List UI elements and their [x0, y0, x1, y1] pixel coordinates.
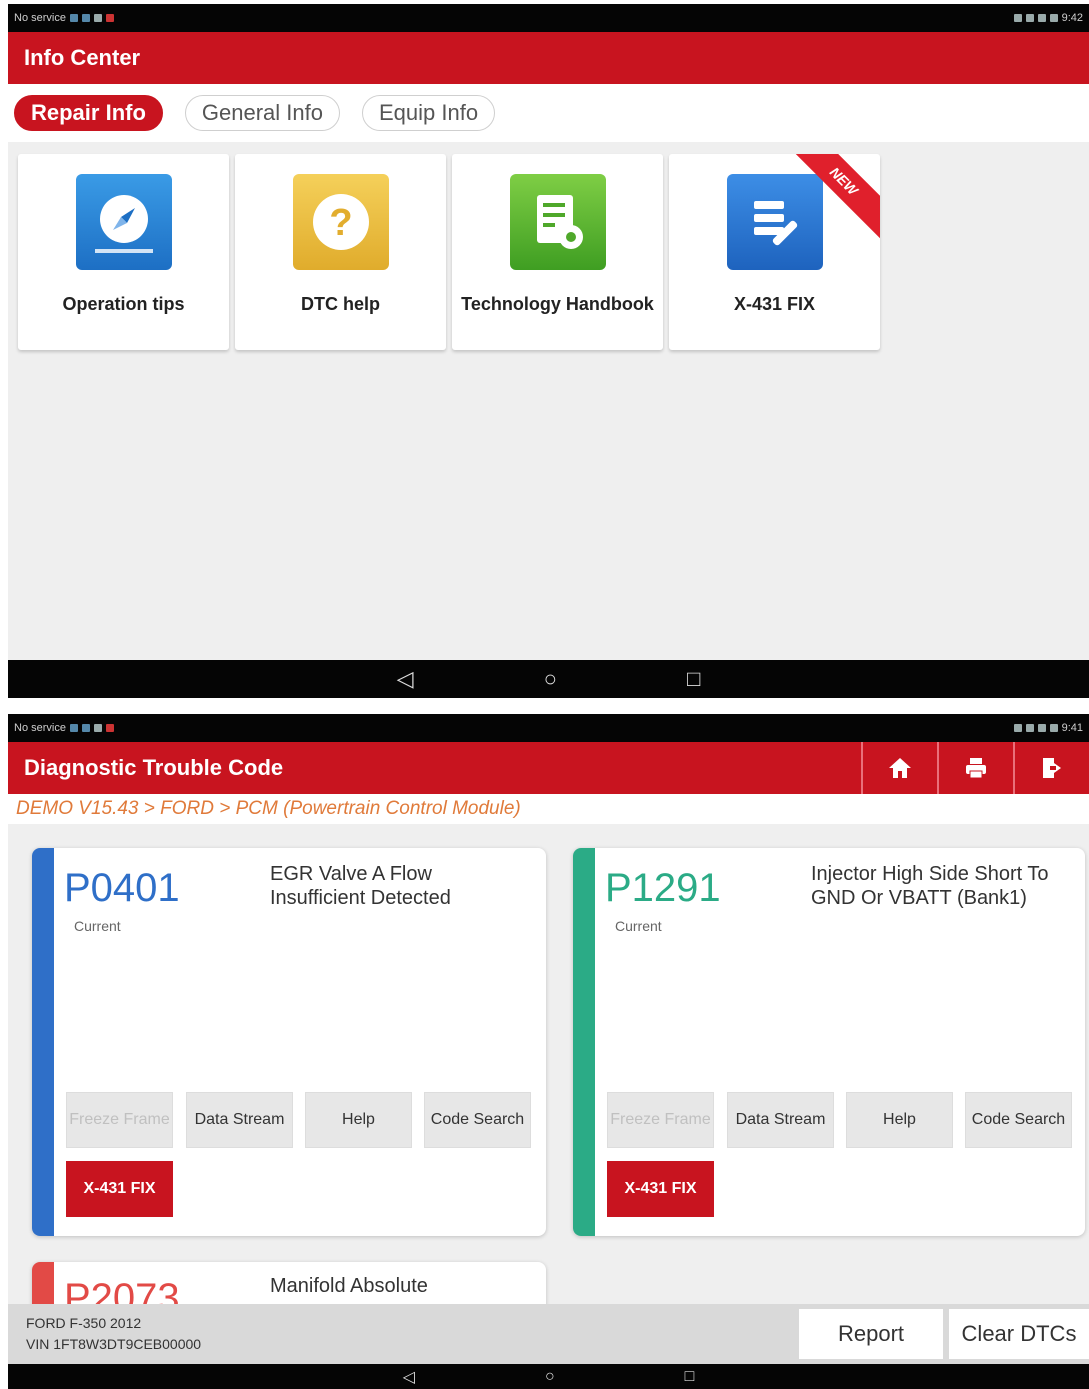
tab-general-info[interactable]: General Info — [184, 95, 340, 131]
compass-book-icon — [75, 174, 172, 270]
tile-label: Operation tips — [62, 294, 185, 314]
status-bar: No service 9:42 — [8, 4, 1089, 32]
printer-icon — [966, 758, 986, 779]
battery-icon — [1049, 14, 1058, 22]
status-bar: No service 9:41 — [8, 714, 1089, 742]
help-button[interactable]: Help — [846, 1092, 953, 1148]
title-bar: Diagnostic Trouble Code — [8, 742, 1089, 794]
back-icon[interactable]: ◁ — [403, 1367, 415, 1387]
tab-equip-info[interactable]: Equip Info — [361, 95, 496, 131]
tile-label: X-431 FIX — [733, 294, 816, 314]
tile-dtc-help[interactable]: ? DTC help — [235, 154, 446, 350]
dtc-code: P0401 — [64, 866, 180, 910]
dtc-code: P1291 — [605, 866, 721, 910]
clock: 9:42 — [1061, 12, 1083, 24]
page-title: Diagnostic Trouble Code — [24, 755, 284, 780]
vehicle-model: FORD F-350 2012 — [26, 1315, 142, 1331]
home-icon — [889, 758, 911, 778]
dtc-description: Injector High Side Short To GND Or VBATT… — [811, 863, 1049, 909]
home-button[interactable] — [861, 742, 937, 794]
notification-icon — [81, 724, 90, 732]
clock: 9:41 — [1061, 722, 1083, 734]
bottom-bar: FORD F-350 2012 VIN 1FT8W3DT9CEB00000 Re… — [8, 1304, 1089, 1364]
print-button[interactable] — [937, 742, 1013, 794]
car-icon — [93, 724, 102, 732]
back-icon[interactable]: ◁ — [397, 666, 414, 692]
dtc-screen: No service 9:41 Diagnostic Trouble Code — [8, 714, 1089, 1389]
notification-icon — [81, 14, 90, 22]
battery-icon — [1049, 724, 1058, 732]
exit-icon — [1043, 758, 1061, 778]
vehicle-vin: VIN 1FT8W3DT9CEB00000 — [26, 1336, 202, 1352]
help-button[interactable]: Help — [305, 1092, 412, 1148]
home-icon[interactable]: ○ — [544, 666, 557, 692]
tab-bar: Repair Info General Info Equip Info — [8, 84, 1089, 142]
tile-operation-tips[interactable]: Operation tips — [18, 154, 229, 350]
tile-label: DTC help — [301, 294, 380, 314]
x431-fix-button[interactable]: X-431 FIX — [66, 1161, 173, 1217]
code-search-button[interactable]: Code Search — [965, 1092, 1072, 1148]
data-stream-button[interactable]: Data Stream — [186, 1092, 293, 1148]
car-icon — [93, 14, 102, 22]
dtc-stripe — [573, 848, 595, 1236]
svg-text:?: ? — [329, 202, 352, 244]
tab-repair-info[interactable]: Repair Info — [14, 95, 163, 131]
dtc-status: Current — [74, 918, 121, 934]
wifi-icon — [1037, 14, 1046, 22]
tools-icon — [726, 174, 823, 270]
home-icon[interactable]: ○ — [545, 1368, 555, 1386]
carrier-text: No service — [14, 722, 66, 734]
data-stream-button[interactable]: Data Stream — [727, 1092, 834, 1148]
info-center-screen: No service 9:42 Info Center Repair Info … — [8, 4, 1089, 698]
page-title: Info Center — [8, 32, 1089, 84]
dtc-description: EGR Valve A Flow Insufficient Detected — [270, 863, 451, 909]
vibrate-icon — [1025, 724, 1034, 732]
freeze-frame-button[interactable]: Freeze Frame — [607, 1092, 714, 1148]
tile-label: Technology Handbook — [461, 294, 654, 314]
tile-x431-fix[interactable]: X-431 FIX NEW — [669, 154, 880, 350]
recents-icon[interactable]: □ — [687, 666, 700, 692]
dtc-status: Current — [615, 918, 662, 934]
dtc-description: Manifold Absolute — [270, 1275, 428, 1297]
notification-icon — [105, 14, 114, 22]
x431-fix-button[interactable]: X-431 FIX — [607, 1161, 714, 1217]
vehicle-info: FORD F-350 2012 VIN 1FT8W3DT9CEB00000 — [8, 1313, 201, 1355]
carrier-text: No service — [14, 12, 66, 24]
nav-bar: ◁ ○ □ — [8, 660, 1089, 698]
code-search-button[interactable]: Code Search — [424, 1092, 531, 1148]
vibrate-icon — [1025, 14, 1034, 22]
dtc-card: P1291 Current Injector High Side Short T… — [573, 848, 1085, 1236]
dtc-list: P0401 Current EGR Valve A Flow Insuffici… — [8, 824, 1089, 1382]
dtc-stripe — [32, 848, 54, 1236]
document-gear-icon — [509, 174, 606, 270]
bluetooth-icon — [1013, 724, 1022, 732]
bluetooth-icon — [1013, 14, 1022, 22]
nav-bar: ◁ ○ □ — [8, 1364, 1089, 1389]
question-icon: ? — [292, 174, 389, 270]
notification-icon — [69, 724, 78, 732]
report-button[interactable]: Report — [799, 1309, 943, 1359]
exit-button[interactable] — [1013, 742, 1089, 794]
recents-icon[interactable]: □ — [685, 1368, 695, 1386]
dtc-card: P0401 Current EGR Valve A Flow Insuffici… — [32, 848, 546, 1236]
tile-grid: Operation tips ? DTC help Technology Han… — [8, 142, 1089, 362]
clear-dtcs-button[interactable]: Clear DTCs — [949, 1309, 1089, 1359]
breadcrumb: DEMO V15.43 > FORD > PCM (Powertrain Con… — [8, 794, 1089, 824]
notification-icon — [105, 724, 114, 732]
notification-icon — [69, 14, 78, 22]
wifi-icon — [1037, 724, 1046, 732]
tile-technology-handbook[interactable]: Technology Handbook — [452, 154, 663, 350]
freeze-frame-button[interactable]: Freeze Frame — [66, 1092, 173, 1148]
